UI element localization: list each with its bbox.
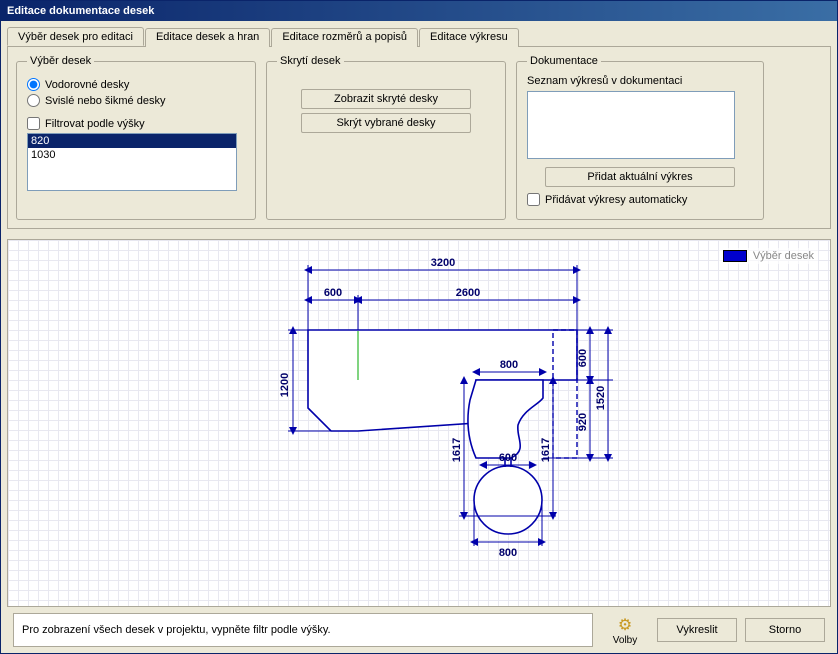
panel-documentation: Dokumentace Seznam výkresů v dokumentaci… [516,55,764,220]
panel-doc-legend: Dokumentace [527,55,601,67]
hint-box: Pro zobrazení všech desek v projektu, vy… [13,613,593,647]
dim-label: 600 [577,349,589,367]
window-title: Editace dokumentace desek [7,5,154,17]
list-item[interactable]: 1030 [28,148,236,162]
height-listbox[interactable]: 820 1030 [27,133,237,191]
tab-body: Výběr desek Vodorovné desky Svislé nebo … [7,47,831,229]
dim-label: 1520 [595,386,607,410]
panel-hide-legend: Skrytí desek [277,55,344,67]
dim-label: 800 [500,359,518,371]
doc-list-label: Seznam výkresů v dokumentaci [527,75,753,87]
options-button[interactable]: ⚙ Volby [601,615,649,646]
dim-label: 1617 [540,438,552,462]
tab-strip: Výběr desek pro editaci Editace desek a … [7,27,831,47]
tab-edit-dims-descr[interactable]: Editace rozměrů a popisů [271,28,418,47]
drawing-canvas[interactable]: Výběr desek [7,239,831,607]
gear-icon: ⚙ [618,615,632,635]
tab-select-boards[interactable]: Výběr desek pro editaci [7,27,144,46]
tab-edit-drawing[interactable]: Editace výkresu [419,28,519,47]
checkbox-filter-height[interactable] [27,117,40,130]
radio-horizontal[interactable] [27,78,40,91]
legend-swatch [723,250,747,262]
auto-add-label: Přidávat výkresy automaticky [545,194,687,206]
doc-list-box[interactable] [527,91,735,159]
title-bar: Editace dokumentace desek [1,1,837,21]
panel-select-boards: Výběr desek Vodorovné desky Svislé nebo … [16,55,256,220]
dim-label: 920 [577,413,589,431]
list-item[interactable]: 820 [28,134,236,148]
radio-vertical-label: Svislé nebo šikmé desky [45,95,165,107]
radio-horizontal-label: Vodorovné desky [45,79,129,91]
render-button[interactable]: Vykreslit [657,618,737,642]
dim-label: 800 [499,547,517,559]
dim-label: 600 [324,287,342,299]
radio-vertical-angled[interactable] [27,94,40,107]
hint-text: Pro zobrazení všech desek v projektu, vy… [22,624,331,636]
dim-label: 3200 [431,257,455,269]
drawing-svg: 3200 600 2600 1200 800 600 [8,240,828,580]
dim-label: 600 [499,452,517,464]
cancel-button[interactable]: Storno [745,618,825,642]
dim-label: 1617 [451,438,463,462]
dim-label: 2600 [456,287,480,299]
filter-height-label: Filtrovat podle výšky [45,118,145,130]
window: Editace dokumentace desek Výběr desek pr… [0,0,838,654]
btn-show-hidden[interactable]: Zobrazit skryté desky [301,89,471,109]
bottom-bar: Pro zobrazení všech desek v projektu, vy… [7,607,831,653]
content-area: Výběr desek pro editaci Editace desek a … [1,21,837,653]
btn-add-current-drawing[interactable]: Přidat aktuální výkres [545,167,735,187]
panel-hide-boards: Skrytí desek Zobrazit skryté desky Skrýt… [266,55,506,220]
options-label: Volby [613,635,637,646]
btn-hide-selected[interactable]: Skrýt vybrané desky [301,113,471,133]
dim-label: 1200 [279,373,291,397]
legend-text: Výběr desek [753,250,814,262]
checkbox-auto-add[interactable] [527,193,540,206]
tab-edit-boards-edges[interactable]: Editace desek a hran [145,28,270,47]
drawing-legend: Výběr desek [719,248,818,264]
panel-select-legend: Výběr desek [27,55,94,67]
